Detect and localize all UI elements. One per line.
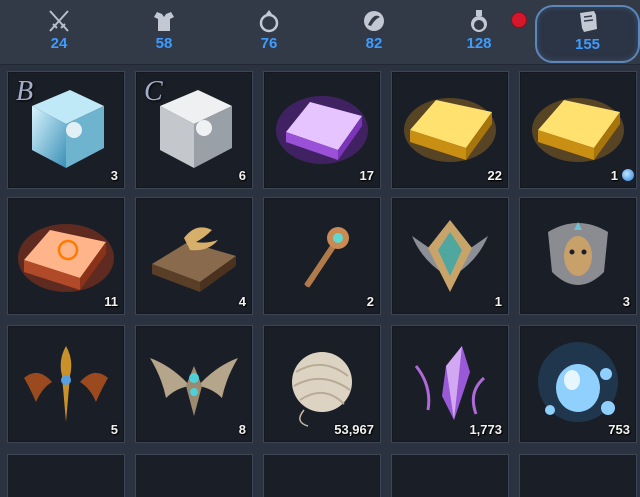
crossed-swords-icon [49,10,69,32]
item-slot-partial[interactable] [7,454,125,497]
orb-icon [364,11,384,31]
winged-emblem-icon [150,358,238,416]
item-slot-crest-emblem[interactable]: 1 [391,197,509,315]
tab-accessories[interactable]: 76 [224,6,314,58]
item-slot-partial[interactable] [519,454,637,497]
mask-emblem-icon [548,222,608,285]
tab-count: 76 [260,35,278,52]
tab-count: 155 [574,36,601,53]
ring-icon [259,10,279,33]
tab-orbs[interactable]: 82 [329,6,419,58]
inventory-tab-bar: 24 58 76 82 128 155 [0,0,640,65]
item-slot-purple-ingot[interactable]: 17 [263,71,381,189]
item-slot-purple-crystal-shard[interactable]: 1,773 [391,325,509,443]
tab-consumables[interactable]: 128 [434,6,524,58]
item-slot-winged-gem-emblem[interactable]: 8 [135,325,253,443]
item-quantity: 53,967 [334,422,374,437]
tab-count: 24 [50,35,68,52]
item-slot-water-spirit-orb[interactable]: 753 [519,325,637,443]
item-slot-mask-emblem[interactable]: 3 [519,197,637,315]
item-slot-partial[interactable] [391,454,509,497]
item-quantity: 5 [110,422,118,437]
item-quantity: 6 [238,168,246,183]
item-quantity: 3 [622,294,630,309]
item-quantity: 1,773 [469,422,502,437]
item-quantity: 11 [104,294,118,309]
gold-ingot-icon [532,98,624,162]
potion-icon [471,10,487,32]
item-slot-winged-tome[interactable]: 4 [135,197,253,315]
tab-count: 128 [466,35,492,52]
bound-gem-icon [622,169,634,181]
item-quantity: 1 [610,168,618,183]
item-slot-dragon-horn-emblem[interactable]: 5 [7,325,125,443]
tab-count: 82 [365,35,383,52]
tab-materials[interactable]: 155 [535,5,640,63]
tab-armor[interactable]: 58 [119,6,209,58]
item-quantity: 4 [238,294,246,309]
item-quantity: 2 [366,294,374,309]
item-quantity: 22 [487,168,502,183]
tab-count: 58 [155,35,173,52]
item-grade: C [144,76,163,107]
item-quantity: 1 [494,294,502,309]
notification-dot [511,12,527,28]
item-quantity: 753 [608,422,630,437]
armor-icon [154,12,174,31]
scroll-icon [579,11,597,32]
dragon-emblem-icon [24,346,108,422]
item-slot-yarn-ball[interactable]: 53,967 [263,325,381,443]
item-slot-red-rune-ingot[interactable]: 11 [7,197,125,315]
item-slot-partial[interactable] [263,454,381,497]
item-quantity: 17 [359,168,374,183]
crest-emblem-icon [412,220,488,292]
key-icon [304,227,349,288]
item-slot-gold-ingot[interactable]: 22 [391,71,509,189]
item-slot-blue-crystal-cube[interactable]: B 3 [7,71,125,189]
item-quantity: 3 [110,168,118,183]
item-slot-white-crystal-cube[interactable]: C 6 [135,71,253,189]
item-grade: B [16,76,34,107]
inventory-grid: B 3 C 6 17 22 1 11 4 2 1 3 5 8 53,967 1,… [0,66,640,496]
item-slot-partial[interactable] [135,454,253,497]
tome-icon [152,227,236,292]
item-slot-gold-ingot-bound[interactable]: 1 [519,71,637,189]
item-slot-bronze-key[interactable]: 2 [263,197,381,315]
item-quantity: 8 [238,422,246,437]
tab-weapons[interactable]: 24 [14,6,104,58]
